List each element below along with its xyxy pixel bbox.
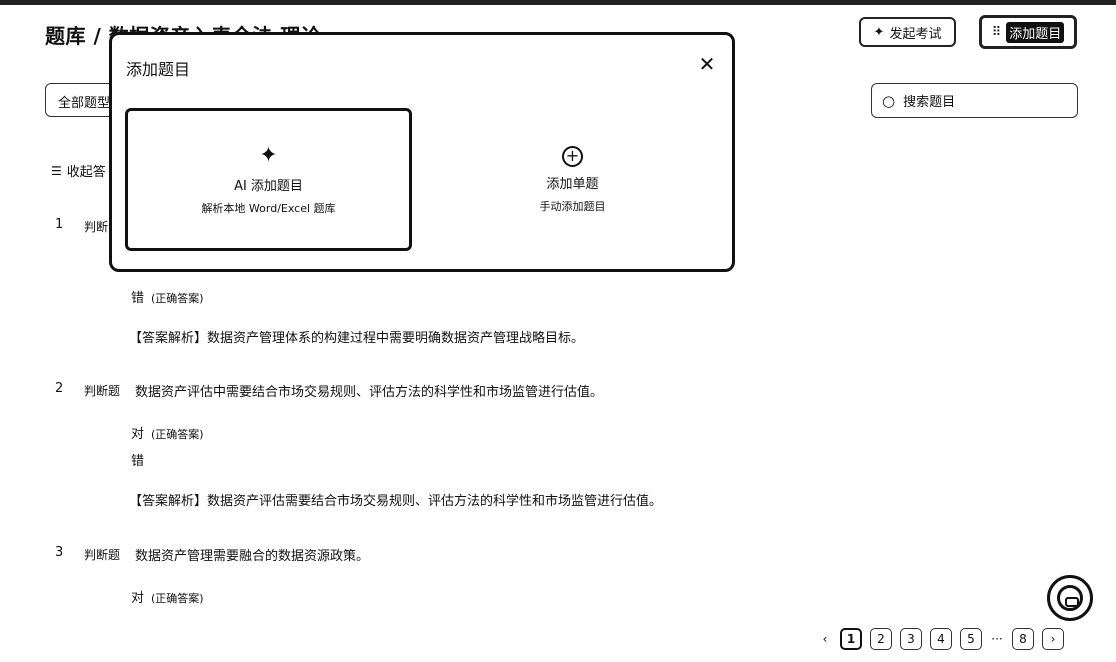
pagination: ‹ 1 2 3 4 5 ··· 8 › (818, 628, 1064, 650)
card-description: 解析本地 Word/Excel 题库 (201, 202, 336, 215)
page-button[interactable]: 3 (900, 628, 922, 650)
top-border (0, 0, 1116, 5)
card-title: AI 添加题目 (234, 179, 303, 194)
collapse-answers-toggle[interactable]: ☰ 收起答 (51, 161, 106, 181)
question-text: 数据资产管理需要融合的数据资源政策。 (135, 549, 370, 564)
search-placeholder: 搜索题目 (903, 95, 956, 110)
plus-circle-icon: + (562, 145, 583, 167)
grid-icon: ⠿ (991, 24, 1002, 40)
next-page-button[interactable]: › (1042, 628, 1064, 650)
page-button[interactable]: 5 (960, 628, 982, 650)
sparkle-icon: ✦ (259, 143, 278, 168)
question-number: 3 (55, 545, 64, 560)
answer-option: 错 (正确答案) (131, 291, 204, 306)
question-type: 判断题 (84, 548, 121, 562)
add-single-question-card[interactable]: + 添加单题 手动添加题目 (429, 108, 716, 251)
add-question-label: 添加题目 (1006, 21, 1065, 43)
correct-answer-tag: (正确答案) (151, 292, 204, 305)
start-exam-label: 发起考试 (889, 26, 942, 42)
modal-title: 添加题目 (126, 60, 191, 79)
start-exam-button[interactable]: ✦ 发起考试 (859, 17, 956, 47)
close-icon[interactable]: ✕ (697, 52, 717, 76)
card-title: 添加单题 (546, 176, 599, 192)
search-input[interactable]: ○ 搜索题目 (871, 83, 1078, 118)
answer-explanation: 【答案解析】数据资产评估需要结合市场交易规则、评估方法的科学性和市场监管进行估值… (129, 494, 663, 509)
ai-add-question-card[interactable]: ✦ AI 添加题目 解析本地 Word/Excel 题库 (125, 108, 412, 251)
question-type: 判断题 (84, 384, 121, 398)
list-icon: ☰ (51, 163, 62, 178)
prev-page-button[interactable]: ‹ (818, 628, 832, 650)
correct-answer-tag: (正确答案) (151, 428, 204, 441)
answer-option: 错 (131, 454, 145, 469)
last-page-button[interactable]: 8 (1012, 628, 1034, 650)
pagination-ellipsis: ··· (991, 632, 1003, 646)
answer-option: 对 (正确答案) (131, 427, 204, 442)
question-number: 1 (55, 217, 64, 232)
card-description: 手动添加题目 (539, 199, 606, 213)
customer-service-button[interactable] (1047, 575, 1093, 621)
question-number: 2 (55, 381, 64, 396)
answer-option: 对 (正确答案) (131, 591, 204, 606)
page-button[interactable]: 2 (870, 628, 892, 650)
correct-answer-tag: (正确答案) (151, 592, 204, 605)
question-text: 数据资产评估中需要结合市场交易规则、评估方法的科学性和市场监管进行估值。 (135, 385, 604, 400)
page-button[interactable]: 4 (930, 628, 952, 650)
page-button[interactable]: 1 (840, 628, 862, 650)
sparkle-icon: ✦ (873, 24, 885, 40)
answer-explanation: 【答案解析】数据资产管理体系的构建过程中需要明确数据资产管理战略目标。 (129, 331, 585, 346)
collapse-label: 收起答 (66, 165, 106, 180)
search-icon: ○ (882, 91, 896, 110)
headset-icon (1057, 585, 1083, 611)
add-question-button[interactable]: ⠿ 添加题目 (979, 15, 1077, 49)
question-type: 判断 (84, 220, 109, 234)
